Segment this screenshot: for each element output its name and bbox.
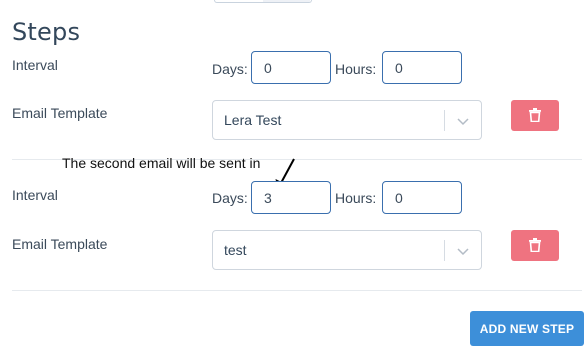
interval-label-2: Interval xyxy=(12,187,58,203)
email-template-select-1[interactable]: Lera Test xyxy=(212,100,482,140)
email-template-label-2: Email Template xyxy=(12,236,108,252)
add-new-step-button[interactable]: ADD NEW STEP xyxy=(470,311,584,346)
annotation-text: The second email will be sent in xyxy=(62,155,261,171)
top-segmented-control[interactable] xyxy=(214,0,312,3)
email-template-value-1: Lera Test xyxy=(224,112,282,128)
email-template-value-2: test xyxy=(224,242,247,258)
hours-label-1: Hours: xyxy=(335,61,377,77)
chevron-down-icon[interactable] xyxy=(455,113,471,129)
days-input-1[interactable] xyxy=(251,51,331,84)
days-input-2[interactable] xyxy=(251,181,331,214)
hours-input-1[interactable] xyxy=(382,51,462,84)
delete-step-button-1[interactable] xyxy=(511,100,559,131)
days-label-1: Days: xyxy=(212,61,248,77)
page-title: Steps xyxy=(12,18,81,46)
days-label-2: Days: xyxy=(212,190,248,206)
hours-input-2[interactable] xyxy=(382,181,462,214)
delete-step-button-2[interactable] xyxy=(511,230,559,261)
email-template-select-2[interactable]: test xyxy=(212,230,482,270)
trash-icon xyxy=(529,108,541,122)
interval-label-1: Interval xyxy=(12,57,58,73)
email-template-label-1: Email Template xyxy=(12,105,108,121)
hours-label-2: Hours: xyxy=(335,190,377,206)
step-divider xyxy=(12,290,582,291)
chevron-down-icon[interactable] xyxy=(455,243,471,259)
trash-icon xyxy=(529,238,541,252)
